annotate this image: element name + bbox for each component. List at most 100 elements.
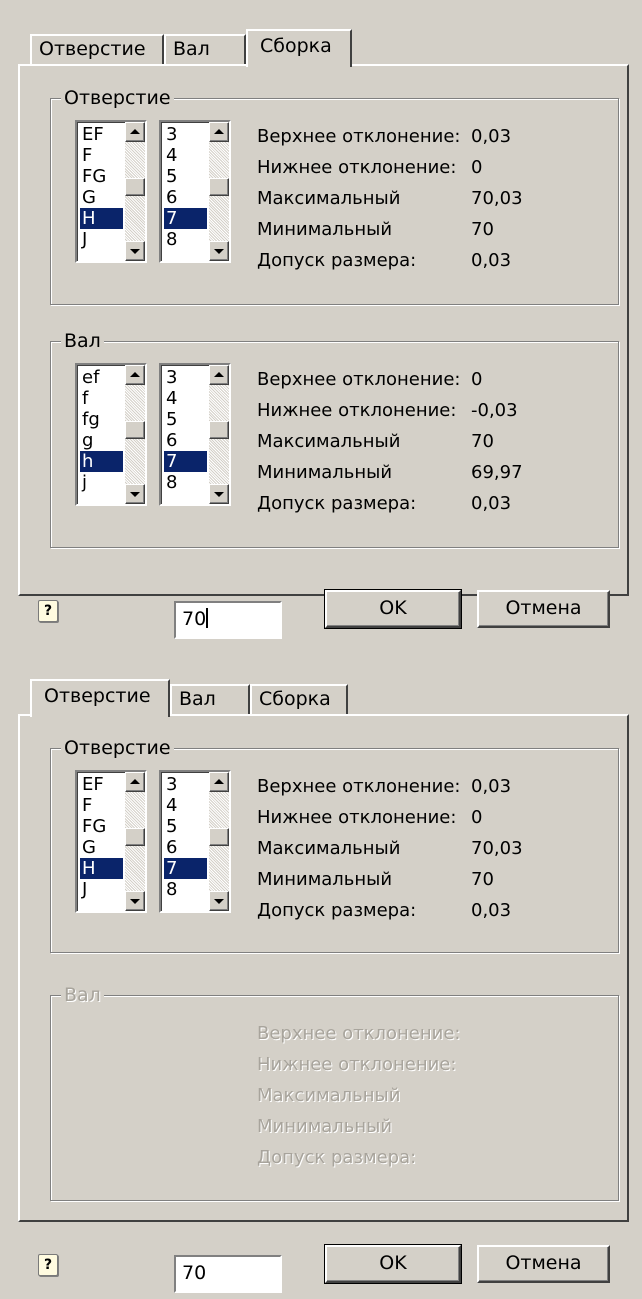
- help-icon[interactable]: ?: [38, 1254, 58, 1276]
- cancel-button[interactable]: Отмена: [477, 590, 610, 628]
- list-item-selected[interactable]: H: [80, 858, 123, 879]
- list-item[interactable]: G: [80, 187, 123, 208]
- list-item[interactable]: 5: [164, 816, 207, 837]
- list-item[interactable]: FG: [80, 816, 123, 837]
- hole-grade-list[interactable]: 3 4 5 6 7 8: [159, 770, 231, 913]
- hole-letter-list[interactable]: EF F FG G H J: [75, 120, 147, 263]
- arrow-down-icon: [214, 492, 224, 497]
- list-item[interactable]: 8: [164, 229, 207, 250]
- list-item[interactable]: F: [80, 795, 123, 816]
- scroll-up-button[interactable]: [125, 772, 145, 792]
- scroll-up-button[interactable]: [209, 122, 229, 142]
- scroll-down-button[interactable]: [209, 484, 229, 504]
- tab-hole[interactable]: Отверстие: [30, 679, 170, 717]
- scroll-thumb[interactable]: [209, 178, 229, 196]
- list-item[interactable]: 6: [164, 837, 207, 858]
- shaft-grade-list[interactable]: 3 4 5 6 7 8: [159, 363, 231, 506]
- upper-deviation-value: 0,03: [471, 126, 512, 147]
- ok-button[interactable]: OK: [324, 1244, 462, 1284]
- scroll-down-button[interactable]: [209, 891, 229, 911]
- list-item[interactable]: 3: [164, 367, 207, 388]
- scroll-up-button[interactable]: [125, 122, 145, 142]
- tolerance-value: 0,03: [471, 250, 512, 271]
- scroll-down-button[interactable]: [125, 891, 145, 911]
- hole-grade-list[interactable]: 3 4 5 6 7 8: [159, 120, 231, 263]
- list-item[interactable]: 4: [164, 388, 207, 409]
- size-input[interactable]: 70: [174, 601, 282, 639]
- list-item[interactable]: ef: [80, 367, 123, 388]
- scroll-thumb[interactable]: [125, 421, 145, 439]
- hole-letter-list[interactable]: EF F FG G H J: [75, 770, 147, 913]
- upper-deviation-label: Верхнее отклонение:: [257, 776, 461, 797]
- list-item-selected[interactable]: 7: [164, 858, 207, 879]
- list-item-selected[interactable]: h: [80, 451, 123, 472]
- list-item[interactable]: 6: [164, 187, 207, 208]
- list-item[interactable]: EF: [80, 774, 123, 795]
- scroll-down-button[interactable]: [125, 484, 145, 504]
- list-item[interactable]: J: [80, 879, 123, 900]
- tab-shaft[interactable]: Вал: [170, 684, 250, 714]
- shaft-group-disabled: Вал Верхнее отклонение: Нижнее отклонени…: [50, 983, 619, 1201]
- scroll-down-button[interactable]: [125, 241, 145, 261]
- list-item[interactable]: f: [80, 388, 123, 409]
- arrow-up-icon: [214, 129, 224, 134]
- list-item[interactable]: 4: [164, 145, 207, 166]
- min-size-value: 69,97: [471, 462, 523, 483]
- list-item[interactable]: 6: [164, 430, 207, 451]
- scroll-down-button[interactable]: [209, 241, 229, 261]
- list-item[interactable]: g: [80, 430, 123, 451]
- min-size-label: Минимальный: [257, 219, 393, 240]
- size-input-value: 70: [182, 608, 207, 630]
- scroll-thumb[interactable]: [125, 828, 145, 846]
- list-item[interactable]: J: [80, 229, 123, 250]
- list-item-selected[interactable]: 7: [164, 208, 207, 229]
- scroll-up-button[interactable]: [125, 365, 145, 385]
- list-item[interactable]: EF: [80, 124, 123, 145]
- max-size-label: Максимальный: [257, 838, 401, 859]
- max-size-value: 70,03: [471, 838, 523, 859]
- scrollbar[interactable]: [125, 365, 145, 504]
- max-size-value: 70,03: [471, 188, 523, 209]
- tab-assembly[interactable]: Сборка: [246, 29, 352, 67]
- scrollbar[interactable]: [209, 122, 229, 261]
- list-item[interactable]: 5: [164, 409, 207, 430]
- list-item[interactable]: FG: [80, 166, 123, 187]
- arrow-down-icon: [130, 492, 140, 497]
- tab-shaft[interactable]: Вал: [164, 34, 246, 64]
- tolerance-label: Допуск размера:: [257, 250, 417, 271]
- size-input[interactable]: 70: [174, 1255, 282, 1293]
- lower-deviation-value: -0,03: [471, 400, 518, 421]
- scroll-up-button[interactable]: [209, 365, 229, 385]
- scrollbar[interactable]: [209, 772, 229, 911]
- list-item[interactable]: 8: [164, 879, 207, 900]
- list-item-selected[interactable]: 7: [164, 451, 207, 472]
- tab-hole[interactable]: Отверстие: [30, 34, 164, 64]
- shaft-letter-list[interactable]: ef f fg g h j: [75, 363, 147, 506]
- help-icon[interactable]: ?: [38, 600, 58, 622]
- list-item[interactable]: 8: [164, 472, 207, 493]
- scroll-thumb[interactable]: [125, 178, 145, 196]
- scrollbar[interactable]: [125, 772, 145, 911]
- tab-page-assembly: Отверстие EF F FG G H J 3 4 5 6 7 8 Верх…: [18, 64, 629, 596]
- lower-deviation-label: Нижнее отклонение:: [257, 1054, 457, 1075]
- list-item-selected[interactable]: H: [80, 208, 123, 229]
- scroll-thumb[interactable]: [209, 828, 229, 846]
- list-item[interactable]: G: [80, 837, 123, 858]
- list-item[interactable]: F: [80, 145, 123, 166]
- scrollbar[interactable]: [209, 365, 229, 504]
- list-item[interactable]: fg: [80, 409, 123, 430]
- list-item[interactable]: 5: [164, 166, 207, 187]
- scrollbar[interactable]: [125, 122, 145, 261]
- list-item[interactable]: 4: [164, 795, 207, 816]
- scroll-up-button[interactable]: [209, 772, 229, 792]
- cancel-button[interactable]: Отмена: [477, 1245, 610, 1283]
- list-item[interactable]: 3: [164, 774, 207, 795]
- tolerance-value: 0,03: [471, 493, 512, 514]
- scroll-thumb[interactable]: [209, 421, 229, 439]
- arrow-down-icon: [214, 899, 224, 904]
- list-item[interactable]: 3: [164, 124, 207, 145]
- shaft-group: Вал ef f fg g h j 3 4 5 6 7 8 Верхнее от…: [50, 329, 619, 548]
- ok-button[interactable]: OK: [324, 589, 462, 629]
- list-item[interactable]: j: [80, 472, 123, 493]
- tab-assembly[interactable]: Сборка: [250, 684, 348, 714]
